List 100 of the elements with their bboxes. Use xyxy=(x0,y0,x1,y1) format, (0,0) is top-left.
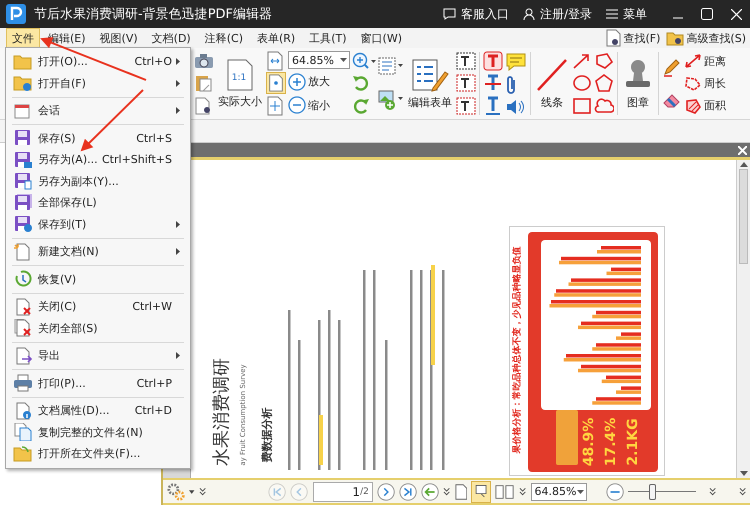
title-bar-button[interactable]: 注册/登录 xyxy=(522,6,592,22)
pencil-icon[interactable] xyxy=(662,56,682,77)
menu-item[interactable]: 关闭(C) Ctrl+W xyxy=(8,296,188,318)
minus-circle-icon xyxy=(288,96,306,114)
polygon-icon[interactable] xyxy=(594,52,614,70)
circle-icon[interactable] xyxy=(572,74,592,92)
zoom-slider[interactable] xyxy=(628,482,696,500)
zoom-icon[interactable] xyxy=(352,52,376,70)
text-box-icon[interactable] xyxy=(456,74,476,92)
menu-item[interactable]: 恢复(V) xyxy=(8,268,188,290)
page-icon: 1:1 xyxy=(227,58,253,90)
close-icon[interactable] xyxy=(731,8,742,20)
menu-item[interactable]: 保存到(T) xyxy=(8,214,188,235)
menu-bar-item[interactable]: 表单(R) xyxy=(250,28,302,48)
menu-item[interactable]: 全部保存(L) xyxy=(8,192,188,214)
rotate-right-icon[interactable] xyxy=(352,96,370,115)
menu-item[interactable]: 另存为副本(Y)... xyxy=(8,170,188,192)
page-number-field[interactable]: 1/2 xyxy=(312,482,373,502)
zoom-out-icon[interactable] xyxy=(606,482,624,502)
zoom-dropdown[interactable]: 64.85% xyxy=(530,482,588,500)
text-select-icon[interactable] xyxy=(378,56,404,76)
title-bar-button[interactable]: 菜单 xyxy=(606,6,647,22)
single-page-icon[interactable] xyxy=(454,482,468,500)
chart-headline: 果价格分析：常吃品种总体不变，少见品种略显负值 xyxy=(510,246,524,454)
rotate-left-icon[interactable] xyxy=(352,74,370,92)
text-tool-icon[interactable] xyxy=(483,51,503,72)
search-button[interactable]: 查找(F) xyxy=(606,29,660,47)
menu-item[interactable]: 保存(S) Ctrl+S xyxy=(8,128,188,149)
menu-item[interactable]: 另存为(A)... Ctrl+Shift+S xyxy=(8,149,188,170)
menu-item[interactable]: 新建文档(N) xyxy=(8,241,188,262)
menu-item[interactable]: 文档属性(D)... Ctrl+D xyxy=(8,400,188,422)
chevron-icon[interactable] xyxy=(708,487,716,496)
menu-item[interactable]: 打开所在文件夹(F)... xyxy=(8,443,188,464)
continuous-page-icon[interactable] xyxy=(471,480,492,502)
menu-bar-item[interactable]: 工具(T) xyxy=(303,28,353,48)
dashed-polygon-icon xyxy=(684,75,702,92)
text-box-icon[interactable] xyxy=(456,96,476,115)
chevron-icon[interactable] xyxy=(738,487,746,496)
user-icon xyxy=(522,8,535,20)
search-button[interactable]: 高级查找(S) xyxy=(666,30,746,46)
section-heading: 费数据分析 xyxy=(260,408,274,462)
form-pencil-icon xyxy=(411,58,449,92)
line-icon xyxy=(536,58,568,92)
stamp-button[interactable]: 图章 xyxy=(621,48,655,119)
menu-item[interactable]: 打开自(F) xyxy=(8,72,188,94)
speaker-icon[interactable] xyxy=(505,98,525,116)
document-title: 水果消费调研 xyxy=(210,358,233,466)
menu-item[interactable]: 打印(P)... Ctrl+P xyxy=(8,372,188,394)
image-add-icon[interactable] xyxy=(378,88,404,111)
menu-item[interactable]: 导出 xyxy=(8,345,188,366)
printer-icon xyxy=(13,374,33,392)
gear-icon[interactable] xyxy=(167,482,186,502)
folder-icon xyxy=(13,444,33,463)
menu-item[interactable]: 关闭全部(S) xyxy=(8,318,188,339)
square-icon[interactable] xyxy=(572,96,592,115)
scroll-up-icon[interactable] xyxy=(740,162,748,167)
edit-form-button[interactable]: 编辑表单 xyxy=(406,48,454,119)
chevron-icon[interactable] xyxy=(519,487,527,496)
text-box-icon[interactable] xyxy=(456,52,476,70)
menu-item[interactable]: 打开(O)... Ctrl+O xyxy=(8,51,188,72)
clipboard-icon[interactable] xyxy=(194,74,214,92)
zoom-dropdown[interactable]: 64.85% xyxy=(288,51,350,70)
fit-visible-icon[interactable] xyxy=(266,96,284,116)
perimeter-button[interactable]: 周长 xyxy=(684,72,726,94)
menu-bar-item[interactable]: 文件 xyxy=(6,28,40,48)
camera-icon[interactable] xyxy=(194,52,214,68)
menu-bar-item[interactable]: 文档(D) xyxy=(146,28,197,48)
pentagon-icon[interactable] xyxy=(594,74,614,92)
caret-icon[interactable] xyxy=(189,490,195,494)
menu-item[interactable]: 会话 xyxy=(8,100,188,122)
scroll-down-icon[interactable] xyxy=(740,471,748,476)
maximize-icon[interactable] xyxy=(701,8,713,20)
chevron-icon[interactable] xyxy=(443,487,450,496)
line-tool-button[interactable]: 线条 xyxy=(534,48,570,119)
cloud-icon[interactable] xyxy=(594,96,614,115)
zoom-in-button[interactable]: 放大 xyxy=(288,71,330,92)
title-bar-button[interactable]: 客服入口 xyxy=(442,6,509,22)
restore-icon xyxy=(13,270,33,288)
comment-icon[interactable] xyxy=(505,52,527,72)
zoom-out-button[interactable]: 缩小 xyxy=(288,94,330,116)
caret-icon xyxy=(340,58,347,62)
fit-page-icon[interactable] xyxy=(266,72,286,94)
next-page-icon[interactable] xyxy=(376,482,395,502)
last-page-icon[interactable] xyxy=(398,482,418,502)
folder-search-icon xyxy=(666,30,684,46)
menu-bar-item[interactable]: 窗口(W) xyxy=(354,28,408,48)
distance-button[interactable]: 距离 xyxy=(684,50,726,72)
folder-icon xyxy=(13,52,33,71)
actual-size-button[interactable]: 1:1 实际大小 xyxy=(216,48,264,119)
menu-item[interactable]: 复制完整的文件名(N) xyxy=(8,422,188,443)
menu-bar-item[interactable]: 注释(C) xyxy=(198,28,249,48)
menu-icon xyxy=(606,9,618,19)
two-page-icon[interactable] xyxy=(495,484,516,500)
chevron-icon[interactable] xyxy=(198,487,206,496)
arrow-icon[interactable] xyxy=(572,52,592,70)
underline-icon[interactable] xyxy=(483,96,503,116)
scrollbar-thumb[interactable] xyxy=(739,169,748,264)
fit-width-icon[interactable] xyxy=(266,50,284,71)
menu-bar-item[interactable]: 视图(V) xyxy=(94,28,144,48)
area-button[interactable]: 面积 xyxy=(684,95,726,116)
